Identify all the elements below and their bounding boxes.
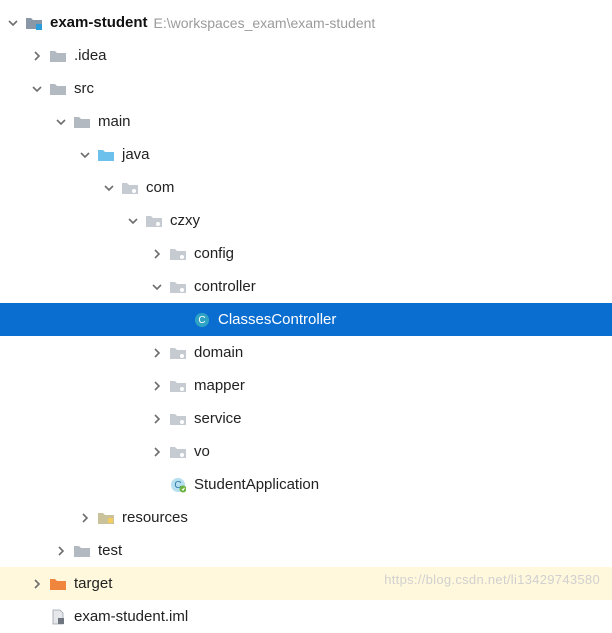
chevron-down-icon[interactable] [124,212,142,230]
node-label: resources [122,509,188,526]
node-label: java [122,146,150,163]
node-label: ClassesController [218,311,336,328]
chevron-right-icon[interactable] [148,410,166,428]
tree-node-main[interactable]: main [0,105,612,138]
tree-node-idea[interactable]: .idea [0,39,612,72]
node-label: .idea [74,47,107,64]
node-label: czxy [170,212,200,229]
project-tree: exam-student E:\workspaces_exam\exam-stu… [0,0,612,633]
source-folder-icon [96,146,116,164]
folder-icon [48,80,68,98]
chevron-right-icon[interactable] [148,245,166,263]
node-label: domain [194,344,243,361]
tree-node-service[interactable]: service [0,402,612,435]
node-label: StudentApplication [194,476,319,493]
chevron-down-icon[interactable] [52,113,70,131]
resources-folder-icon [96,509,116,527]
tree-node-student-application[interactable]: C StudentApplication [0,468,612,501]
tree-node-mapper[interactable]: mapper [0,369,612,402]
tree-node-com[interactable]: com [0,171,612,204]
package-icon [144,212,164,230]
node-label: com [146,179,174,196]
folder-icon [72,113,92,131]
chevron-down-icon[interactable] [100,179,118,197]
node-label: target [74,575,112,592]
class-icon: C [192,311,212,329]
package-icon [168,410,188,428]
package-icon [120,179,140,197]
tree-node-domain[interactable]: domain [0,336,612,369]
chevron-down-icon[interactable] [28,80,46,98]
tree-node-controller[interactable]: controller [0,270,612,303]
chevron-down-icon[interactable] [4,14,22,32]
tree-node-src[interactable]: src [0,72,612,105]
package-icon [168,344,188,362]
tree-node-iml[interactable]: exam-student.iml [0,600,612,633]
excluded-folder-icon [48,575,68,593]
chevron-right-icon[interactable] [148,344,166,362]
iml-file-icon [48,608,68,626]
tree-node-czxy[interactable]: czxy [0,204,612,237]
package-icon [168,443,188,461]
node-label: src [74,80,94,97]
folder-icon [72,542,92,560]
node-label: test [98,542,122,559]
node-label: service [194,410,242,427]
chevron-right-icon[interactable] [28,47,46,65]
node-label: controller [194,278,256,295]
node-label: vo [194,443,210,460]
spring-boot-class-icon: C [168,476,188,494]
chevron-right-icon[interactable] [76,509,94,527]
package-icon [168,377,188,395]
tree-node-classes-controller[interactable]: C ClassesController [0,303,612,336]
node-label: main [98,113,131,130]
package-icon [168,278,188,296]
chevron-right-icon[interactable] [52,542,70,560]
tree-node-config[interactable]: config [0,237,612,270]
node-label: exam-student.iml [74,608,188,625]
tree-node-target[interactable]: target [0,567,612,600]
chevron-right-icon[interactable] [28,575,46,593]
tree-node-vo[interactable]: vo [0,435,612,468]
chevron-right-icon[interactable] [148,443,166,461]
svg-text:C: C [198,315,205,326]
chevron-down-icon[interactable] [148,278,166,296]
package-icon [168,245,188,263]
tree-node-resources[interactable]: resources [0,501,612,534]
module-icon [24,14,44,32]
root-name: exam-student [50,14,148,31]
tree-node-java[interactable]: java [0,138,612,171]
chevron-right-icon[interactable] [148,377,166,395]
folder-icon [48,47,68,65]
root-path: E:\workspaces_exam\exam-student [154,15,376,31]
node-label: config [194,245,234,262]
chevron-down-icon[interactable] [76,146,94,164]
tree-node-test[interactable]: test [0,534,612,567]
tree-node-root[interactable]: exam-student E:\workspaces_exam\exam-stu… [0,6,612,39]
node-label: mapper [194,377,245,394]
